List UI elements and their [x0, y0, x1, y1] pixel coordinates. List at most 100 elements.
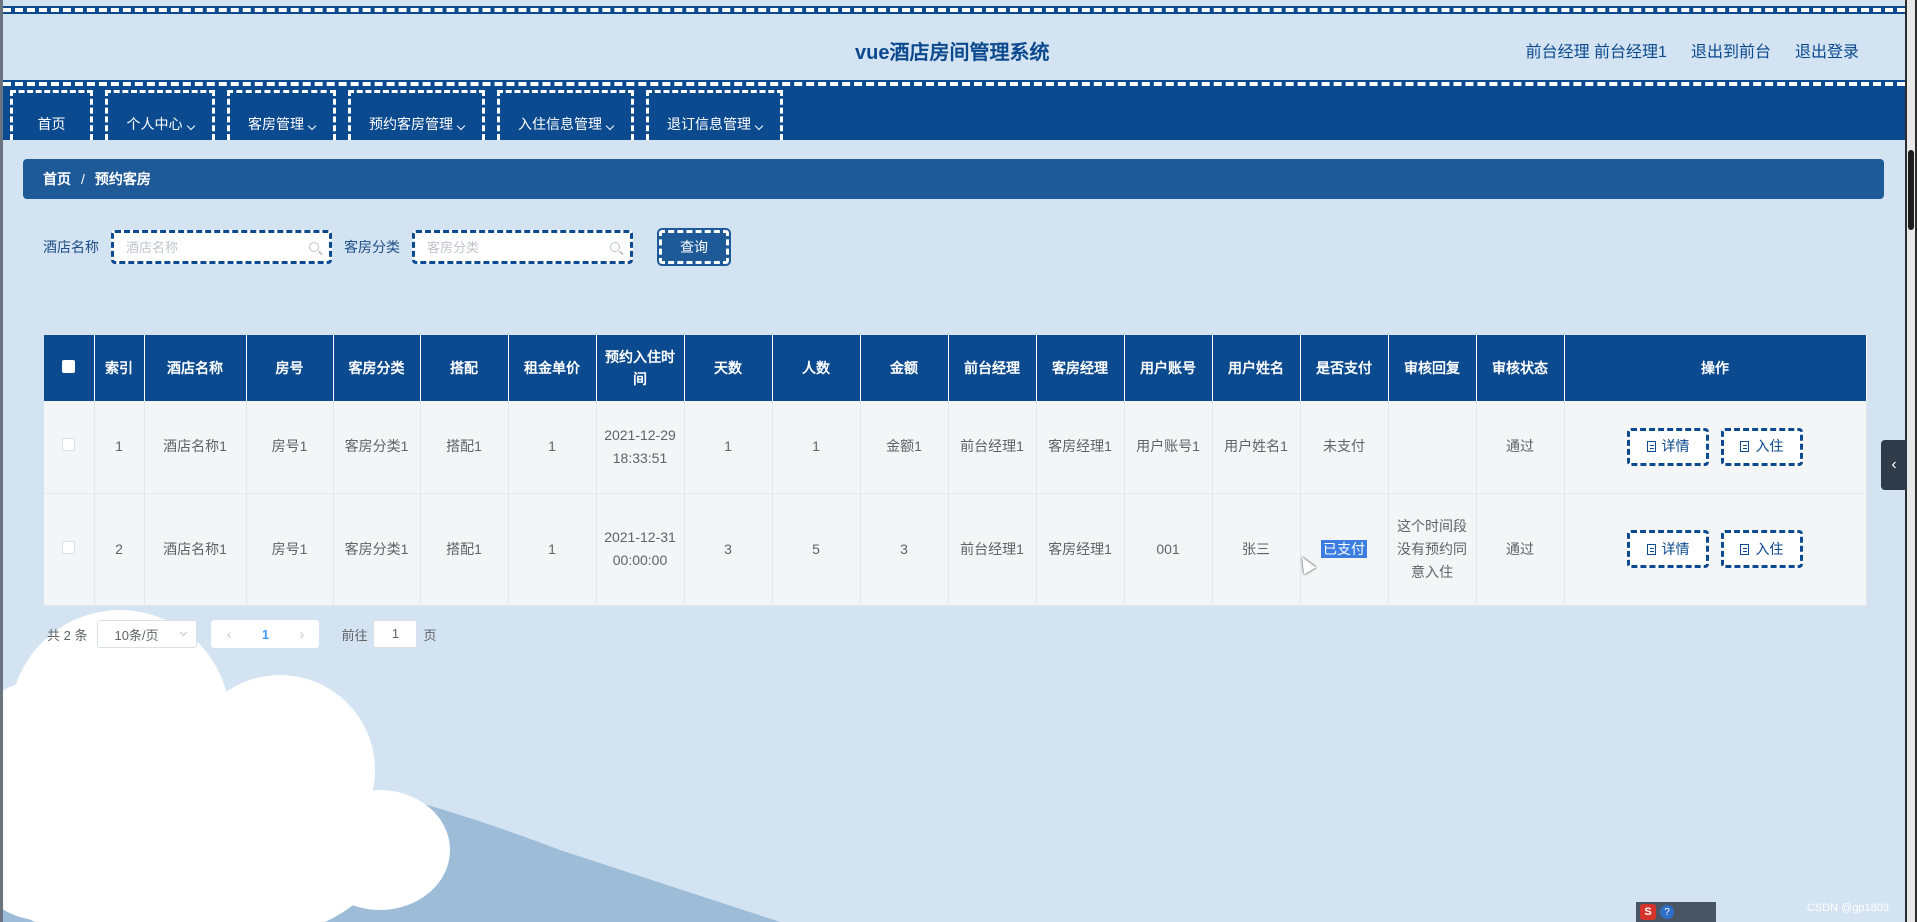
column-header: 审核状态: [1476, 335, 1565, 401]
room-category-field: [412, 230, 633, 264]
table-cell: 1: [94, 401, 145, 494]
query-button[interactable]: 查询: [657, 228, 731, 266]
table-cell: 用户姓名1: [1212, 401, 1301, 494]
table-cell: 前台经理1: [948, 401, 1037, 494]
search-icon: [610, 242, 620, 252]
table-cell: 001: [1124, 493, 1213, 606]
document-icon: [1740, 441, 1750, 453]
table-cell: 3: [684, 493, 773, 606]
row-checkbox[interactable]: [62, 540, 76, 554]
next-page-icon[interactable]: ›: [300, 626, 305, 642]
system-tray: S ?: [1636, 902, 1716, 922]
detail-button[interactable]: 详情: [1627, 427, 1710, 466]
actions-cell: 详情 入住: [1564, 493, 1867, 606]
payment-status-cell: 未支付: [1300, 401, 1389, 494]
table-cell: 1: [508, 493, 597, 606]
column-header: 操作: [1564, 335, 1867, 401]
row-checkbox[interactable]: [62, 438, 76, 452]
chevron-left-icon: ‹: [1891, 456, 1897, 473]
pagination: 共 2 条 10条/页 ‹ 1 › 前往 1 页: [47, 620, 437, 648]
back-to-front-link[interactable]: 退出到前台: [1691, 38, 1771, 62]
breadcrumb-home[interactable]: 首页: [43, 169, 71, 189]
page-navigator: ‹ 1 ›: [211, 620, 320, 648]
total-count: 共 2 条: [47, 627, 88, 643]
document-icon: [1646, 543, 1656, 555]
nav-item-home[interactable]: 首页: [10, 90, 93, 140]
column-header: 搭配: [420, 335, 509, 401]
hotel-name-field: [111, 230, 332, 264]
chevron-down-icon: [186, 121, 195, 131]
help-icon[interactable]: ?: [1660, 905, 1674, 919]
room-category-input[interactable]: [427, 239, 618, 255]
document-icon: [1646, 441, 1656, 453]
actions-cell: 详情 入住: [1564, 401, 1867, 494]
checkin-button[interactable]: 入住: [1720, 530, 1803, 568]
sogou-ime-icon[interactable]: S: [1640, 904, 1656, 920]
column-header: 人数: [772, 335, 861, 401]
page-scrollbar-thumb[interactable]: [1908, 150, 1914, 230]
page-size-value: 10条/页: [114, 627, 159, 643]
app-title: vue酒店房间管理系统: [855, 42, 1050, 64]
nav-item-label: 预约客房管理: [369, 116, 453, 132]
breadcrumb-separator: /: [81, 171, 85, 187]
page-size-select[interactable]: 10条/页: [97, 620, 198, 648]
booking-table: 索引 酒店名称 房号 客房分类 搭配 租金单价 预约入住时间 天数 人数 金额 …: [44, 335, 1867, 606]
row-select-cell: [44, 401, 95, 494]
nav-dash-border: [3, 82, 1905, 86]
table-row: 1 酒店名称1 房号1 客房分类1 搭配1 1 2021-12-29 18:33…: [44, 401, 1867, 494]
nav-item-cancellation-management[interactable]: 退订信息管理: [646, 90, 783, 140]
nav-item-label: 个人中心: [126, 116, 183, 132]
column-header: 天数: [684, 335, 773, 401]
checkin-button-label: 入住: [1755, 540, 1784, 557]
watermark: CSDN @gp1803: [1806, 902, 1889, 914]
table-cell: 搭配1: [420, 493, 509, 606]
goto-page-input[interactable]: 1: [373, 620, 418, 648]
table-cell: 2021-12-29 18:33:51: [596, 401, 685, 494]
window-left-edge: [0, 0, 3, 922]
column-header: 索引: [94, 335, 145, 401]
hotel-name-input[interactable]: [126, 239, 317, 255]
current-user-label: 前台经理 前台经理1: [1525, 44, 1667, 61]
table-cell: 1: [684, 401, 773, 494]
nav-item-label: 退订信息管理: [667, 116, 751, 132]
column-header: 审核回复: [1388, 335, 1477, 401]
column-header: 房号: [246, 335, 334, 401]
nav-item-label: 首页: [37, 116, 66, 132]
table-cell: 酒店名称1: [144, 493, 247, 606]
chevron-down-icon: [754, 121, 764, 131]
review-reply-cell: 这个时间段没有预约同意入住: [1388, 493, 1477, 606]
table-cell: 客房经理1: [1036, 493, 1125, 606]
nav-item-room-management[interactable]: 客房管理: [227, 90, 336, 140]
table-cell: 2021-12-31 00:00:00: [596, 493, 685, 606]
table-cell: 酒店名称1: [144, 401, 247, 494]
select-all-checkbox[interactable]: [62, 360, 76, 373]
main-nav: 首页 个人中心 客房管理 预约客房管理 入住信息管理 退订信息管理: [10, 90, 783, 140]
column-header: 客房分类: [333, 335, 421, 401]
table-cell: 客房分类1: [333, 401, 421, 494]
prev-page-icon[interactable]: ‹: [227, 626, 232, 642]
header-top-dash: [3, 8, 1905, 12]
table-header-row: 索引 酒店名称 房号 客房分类 搭配 租金单价 预约入住时间 天数 人数 金额 …: [44, 335, 1867, 401]
nav-item-booking-management[interactable]: 预约客房管理: [348, 90, 485, 140]
select-all-header: [44, 335, 95, 401]
goto-label: 前往: [341, 627, 368, 643]
chevron-down-icon: [180, 628, 188, 637]
nav-item-personal-center[interactable]: 个人中心: [105, 90, 215, 140]
breadcrumb: 首页 / 预约客房: [23, 159, 1884, 199]
nav-item-checkin-management[interactable]: 入住信息管理: [497, 90, 634, 140]
hotel-name-label: 酒店名称: [43, 239, 99, 255]
table-cell: 前台经理1: [948, 493, 1037, 606]
checkin-button[interactable]: 入住: [1720, 427, 1803, 466]
current-page-number[interactable]: 1: [262, 627, 269, 642]
logout-link[interactable]: 退出登录: [1795, 38, 1859, 62]
detail-button[interactable]: 详情: [1627, 530, 1710, 568]
table-cell: 1: [772, 401, 861, 494]
table-cell: 金额1: [860, 401, 949, 494]
page-scrollbar[interactable]: [1907, 0, 1915, 922]
side-panel-toggle[interactable]: ‹: [1881, 440, 1907, 490]
column-header: 租金单价: [508, 335, 597, 401]
table-cell: 用户账号1: [1124, 401, 1213, 494]
column-header: 客房经理: [1036, 335, 1125, 401]
table-cell: 张三: [1212, 493, 1301, 606]
detail-button-label: 详情: [1661, 540, 1690, 557]
